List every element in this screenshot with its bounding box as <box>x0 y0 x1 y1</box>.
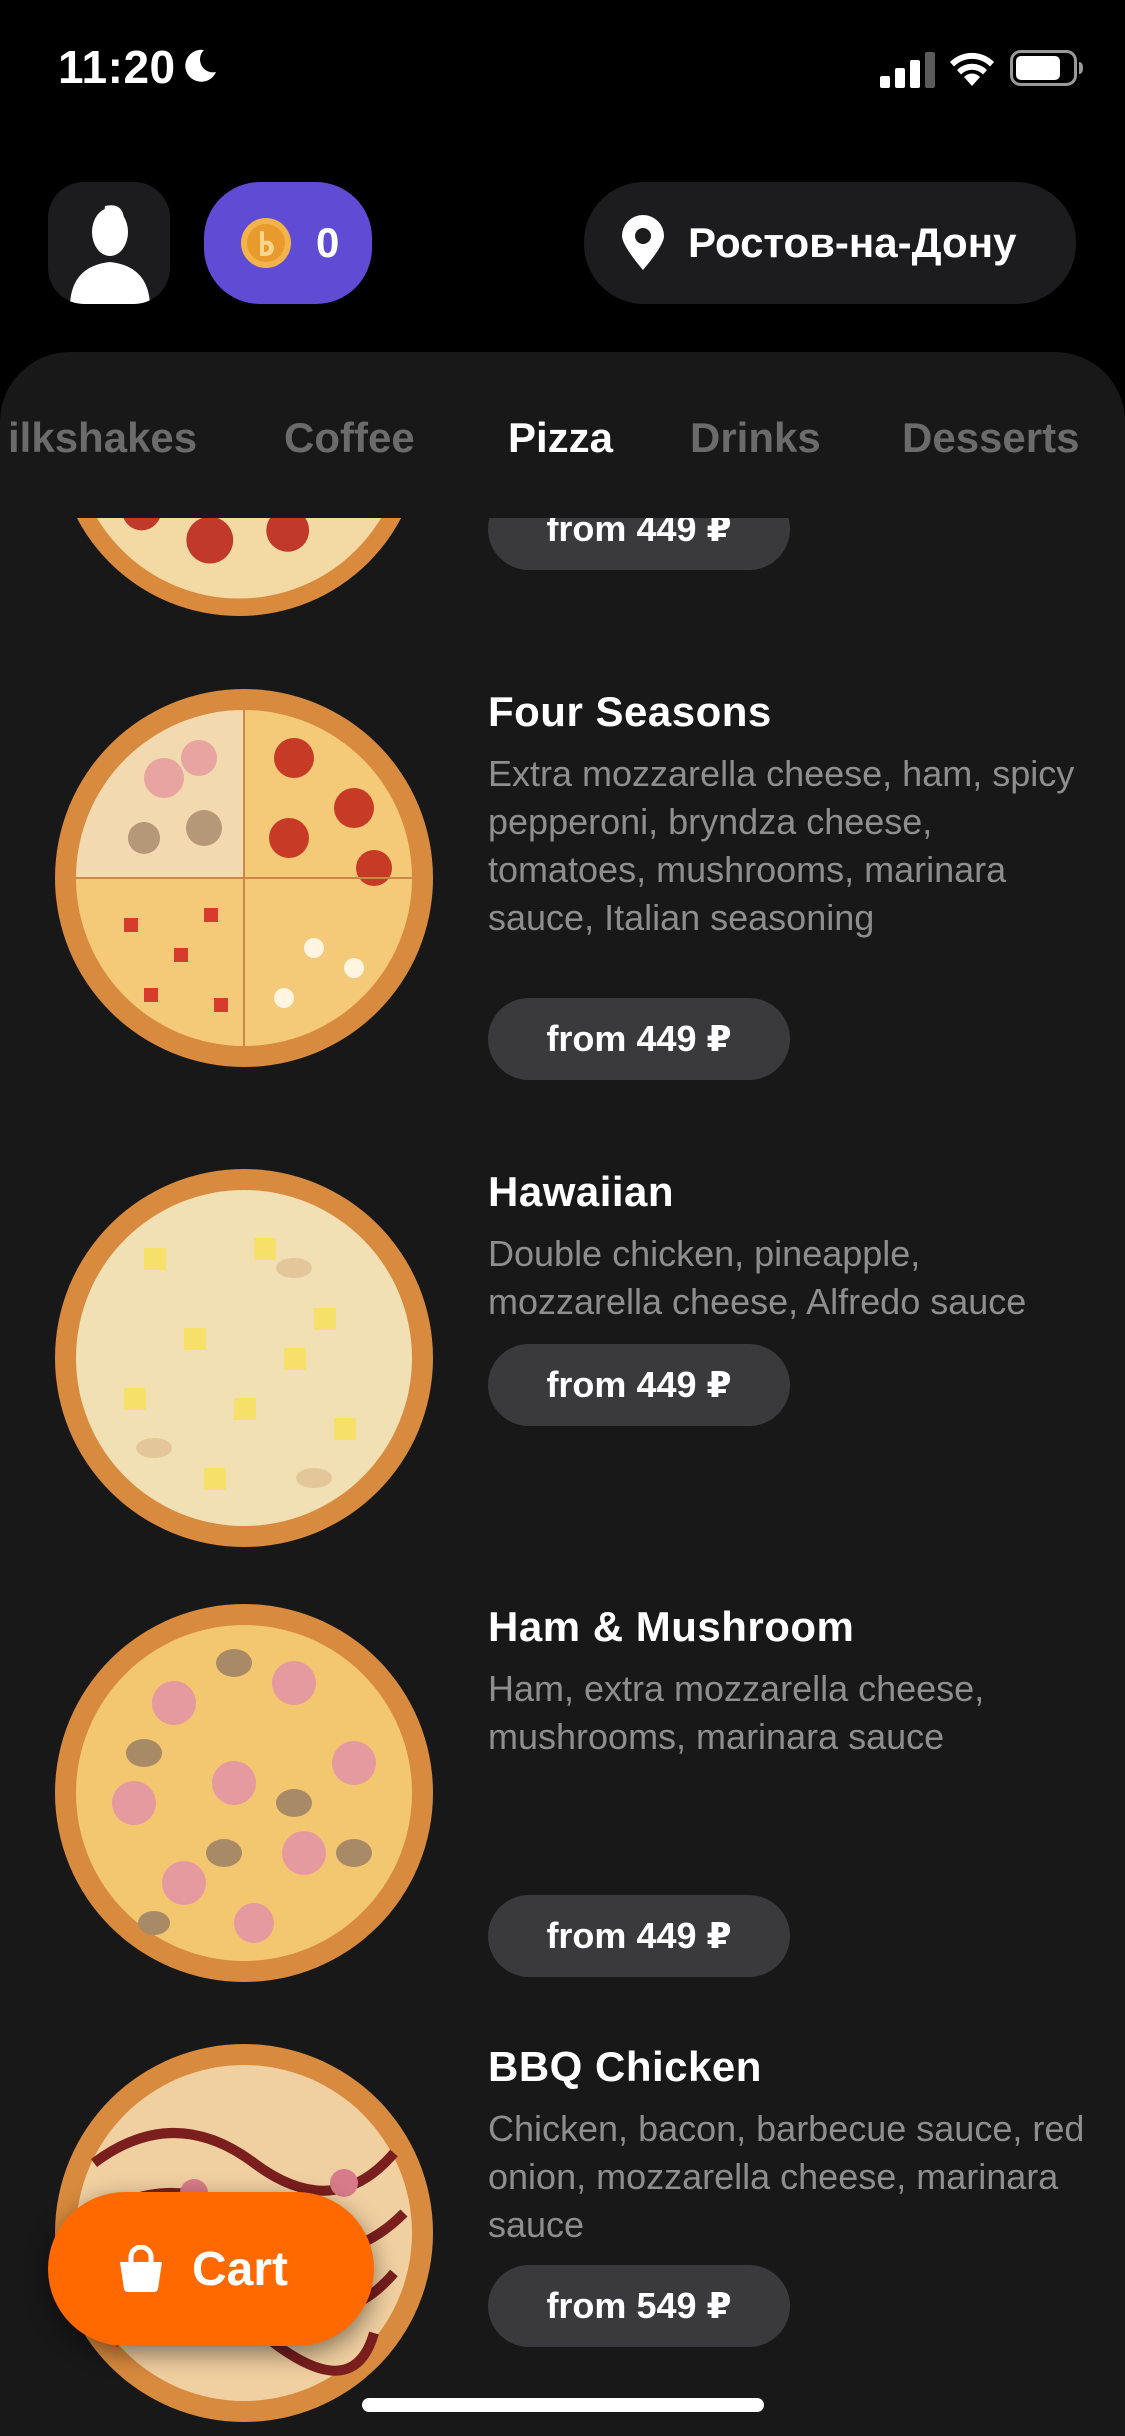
location-label: Ростов-на-Дону <box>688 219 1017 266</box>
menu-panel: ilkshakes Coffee Pizza Drinks Desserts f… <box>0 352 1125 2436</box>
price-button[interactable]: from 549 ₽ <box>488 2265 790 2347</box>
pizza-image-ham-mushroom <box>55 1604 433 1982</box>
status-time: 11:20 <box>58 41 176 93</box>
pizza-image-hawaiian <box>55 1169 433 1547</box>
pizza-image-four-seasons <box>55 689 433 1067</box>
item-description: Double chicken, pineapple, mozzarella ch… <box>488 1233 1027 1322</box>
profile-button[interactable] <box>48 182 170 304</box>
location-pin-icon <box>622 215 664 270</box>
coin-count: 0 <box>316 219 340 266</box>
menu-item[interactable]: Four Seasons Extra mozzarella cheese, ha… <box>0 688 1125 1158</box>
pizza-list: from 449 ₽ Four Seasons Extra mozzarella… <box>0 518 1125 2436</box>
menu-item[interactable]: Ham & Mushroom Ham, extra mozzarella che… <box>0 1603 1125 2023</box>
tab-desserts[interactable]: Desserts <box>902 414 1079 462</box>
location-button[interactable]: Ростов-на-Дону <box>584 182 1076 304</box>
header: 0 Ростов-на-Дону <box>0 170 1125 320</box>
item-description: Extra mozzarella cheese, ham, spicy pepp… <box>488 753 1075 938</box>
item-name: Four Seasons <box>488 688 772 735</box>
item-name: BBQ Chicken <box>488 2043 762 2090</box>
item-name: Hawaiian <box>488 1168 675 1215</box>
item-description: Ham, extra mozzarella cheese, mushrooms,… <box>488 1668 985 1757</box>
tab-pizza[interactable]: Pizza <box>508 414 613 462</box>
wifi-icon <box>950 52 994 86</box>
moon-icon <box>185 49 216 82</box>
tab-coffee[interactable]: Coffee <box>284 414 415 462</box>
cart-button[interactable]: Cart <box>48 2192 374 2346</box>
signal-icon <box>880 52 935 88</box>
menu-item-partial[interactable]: from 449 ₽ <box>0 518 1125 638</box>
shopping-bag-icon <box>120 2245 162 2292</box>
tabs-fade <box>1085 352 1125 518</box>
price-button[interactable]: from 449 ₽ <box>488 1895 790 1977</box>
coin-icon <box>241 218 291 268</box>
user-icon <box>70 205 150 304</box>
menu-item[interactable]: Hawaiian Double chicken, pineapple, mozz… <box>0 1168 1125 1568</box>
price-button[interactable]: from 449 ₽ <box>488 1344 790 1426</box>
tab-drinks[interactable]: Drinks <box>690 414 821 462</box>
status-bar: 11:20 <box>0 0 1125 140</box>
pizza-image-pepperoni <box>76 518 402 616</box>
price-button[interactable]: from 449 ₽ <box>488 518 790 570</box>
battery-icon <box>1010 50 1083 86</box>
coins-button[interactable]: 0 <box>204 182 372 304</box>
category-tabs: ilkshakes Coffee Pizza Drinks Desserts <box>0 352 1125 518</box>
price-button[interactable]: from 449 ₽ <box>488 998 790 1080</box>
item-description: Chicken, bacon, barbecue sauce, red onio… <box>488 2108 1085 2245</box>
cart-label: Cart <box>192 2242 289 2296</box>
tab-milkshakes[interactable]: ilkshakes <box>8 414 197 462</box>
home-indicator[interactable] <box>362 2398 764 2412</box>
item-name: Ham & Mushroom <box>488 1603 855 1650</box>
